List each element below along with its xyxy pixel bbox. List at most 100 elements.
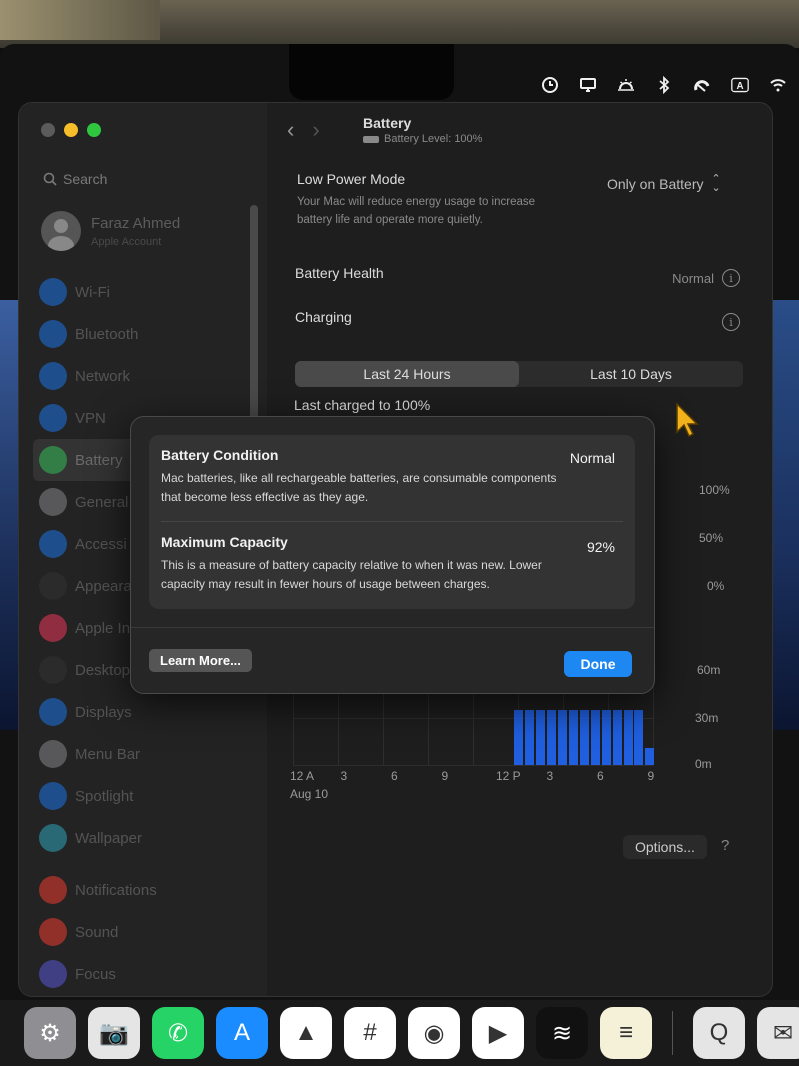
x-tick-label: 3 [340,769,348,783]
chrome-icon[interactable]: ◉ [408,1007,460,1059]
wallpaper-icon [39,824,67,852]
mail-icon[interactable]: ✉ [757,1007,799,1059]
search-placeholder: Search [63,171,108,187]
usage-bar [612,710,622,765]
sidebar-item-notifications[interactable]: Notifications [33,869,251,911]
display-icon[interactable] [577,76,599,94]
sidebar-item-label: Wallpaper [75,829,142,847]
low-power-mode-select[interactable]: Only on Battery ⌃ ⌄ [607,174,721,194]
sidebar-search[interactable]: Search [43,171,107,187]
options-button[interactable]: Options... [623,835,707,859]
x-tick-label: 12 A [290,769,315,783]
learn-more-button[interactable]: Learn More... [149,649,252,672]
sidebar-item-spotlight[interactable]: Spotlight [33,775,251,817]
battery-condition-title: Battery Condition [161,447,279,463]
sidebar-item-label: General [75,493,129,511]
usage-bar [645,747,655,765]
done-button[interactable]: Done [564,651,632,677]
help-button[interactable]: ? [721,837,729,854]
battery-condition-value: Normal [569,450,615,466]
sidebar-item-label: Battery [75,451,123,469]
sidebar-item-label: Focus [75,965,116,983]
sidebar-item-label: Appeara [75,577,132,595]
quicktime-icon[interactable]: Q [693,1007,745,1059]
battery-health-info-button[interactable]: i [722,269,740,287]
youtube-icon[interactable]: ▶ [472,1007,524,1059]
notes-icon[interactable]: ≡ [600,1007,652,1059]
battery-info-card: Battery Condition Normal Mac batteries, … [149,435,635,609]
screen-time-icon[interactable] [539,76,561,94]
low-power-mode-value: Only on Battery [607,176,704,192]
forward-button[interactable]: › [312,117,319,143]
minimize-button[interactable] [64,123,78,137]
time-range-segmented-control: Last 24 Hours Last 10 Days [295,361,743,387]
low-power-mode-description: Your Mac will reduce energy usage to inc… [297,196,536,226]
sidebar-item-label: Sound [75,923,119,941]
maximum-capacity-title: Maximum Capacity [161,534,288,550]
search-icon [43,172,57,186]
sidebar-item-label: Desktop [75,661,131,679]
close-button[interactable] [41,123,55,137]
x-tick-label: 6 [597,769,604,783]
dock-separator [672,1011,673,1055]
sidebar-item-wallpaper[interactable]: Wallpaper [33,817,251,859]
camera-notch [289,44,454,100]
sidebar-item-wi-fi[interactable]: Wi-Fi [33,271,251,313]
appearance-icon [39,572,67,600]
whatsapp-icon[interactable]: ✆ [152,1007,204,1059]
bluetooth-icon[interactable] [653,76,675,94]
sidebar-item-label: Notifications [75,881,157,899]
window-controls [41,123,101,137]
usage-axis-label-0m: 0m [695,757,712,771]
usage-axis-label-60m: 60m [697,663,721,677]
user-name: Faraz Ahmed [91,214,181,232]
battery-level-subtitle: Battery Level: 100% [363,133,482,145]
battery-health-label: Battery Health [295,265,384,281]
sidebar-item-sound[interactable]: Sound [33,911,251,953]
zoom-button[interactable] [87,123,101,137]
wifi-icon[interactable] [767,76,789,94]
desktop-wallpaper-left [0,300,20,730]
charging-label: Charging [295,309,352,325]
sidebar-scrollbar[interactable] [250,205,258,420]
tab-last-10-days[interactable]: Last 10 Days [519,361,743,387]
last-charged-text: Last charged to 100% [294,397,431,413]
divider [131,627,654,628]
desktop-wallpaper-right [771,300,799,730]
usage-bar [546,710,556,765]
sidebar-item-displays[interactable]: Displays [33,691,251,733]
low-power-mode-label: Low Power Mode [297,171,406,187]
mouse-pointer-icon [676,402,699,438]
back-button[interactable]: ‹ [287,117,294,143]
apple-account-row[interactable]: Faraz Ahmed Apple Account [41,211,180,251]
menu-bar-icon [39,740,67,768]
usage-bar [579,710,589,765]
sidebar-item-network[interactable]: Network [33,355,251,397]
usage-bar [590,710,600,765]
input-source-icon[interactable]: A [729,76,751,94]
svg-text:A: A [736,81,743,92]
tab-last-24-hours[interactable]: Last 24 Hours [295,361,519,387]
screenshot-icon[interactable]: 📷 [88,1007,140,1059]
clickup-icon[interactable]: ▲ [280,1007,332,1059]
level-axis-label-50: 50% [699,531,724,545]
usage-bar [634,710,644,765]
sidebar-item-menu-bar[interactable]: Menu Bar [33,733,251,775]
sidebar-item-label: Network [75,367,131,385]
brightness-icon[interactable] [615,76,637,94]
charging-info-button[interactable]: i [722,313,740,331]
x-tick-label: 12 P [496,769,521,783]
sidebar-item-focus[interactable]: Focus [33,953,251,995]
sidebar-item-bluetooth[interactable]: Bluetooth [33,313,251,355]
usage-bar [601,710,611,765]
sidebar-item-label: Bluetooth [75,325,139,343]
level-axis-label-0: 0% [707,579,725,593]
battery-health-value-row: Normal i [672,269,740,287]
x-tick-label: 3 [546,769,554,783]
system-settings-icon[interactable]: ⚙ [24,1007,76,1059]
spotify-icon[interactable]: ≋ [536,1007,588,1059]
background-light [0,0,160,40]
slack-icon[interactable]: # [344,1007,396,1059]
app-store-icon[interactable]: A [216,1007,268,1059]
focus-icon[interactable] [691,76,713,94]
